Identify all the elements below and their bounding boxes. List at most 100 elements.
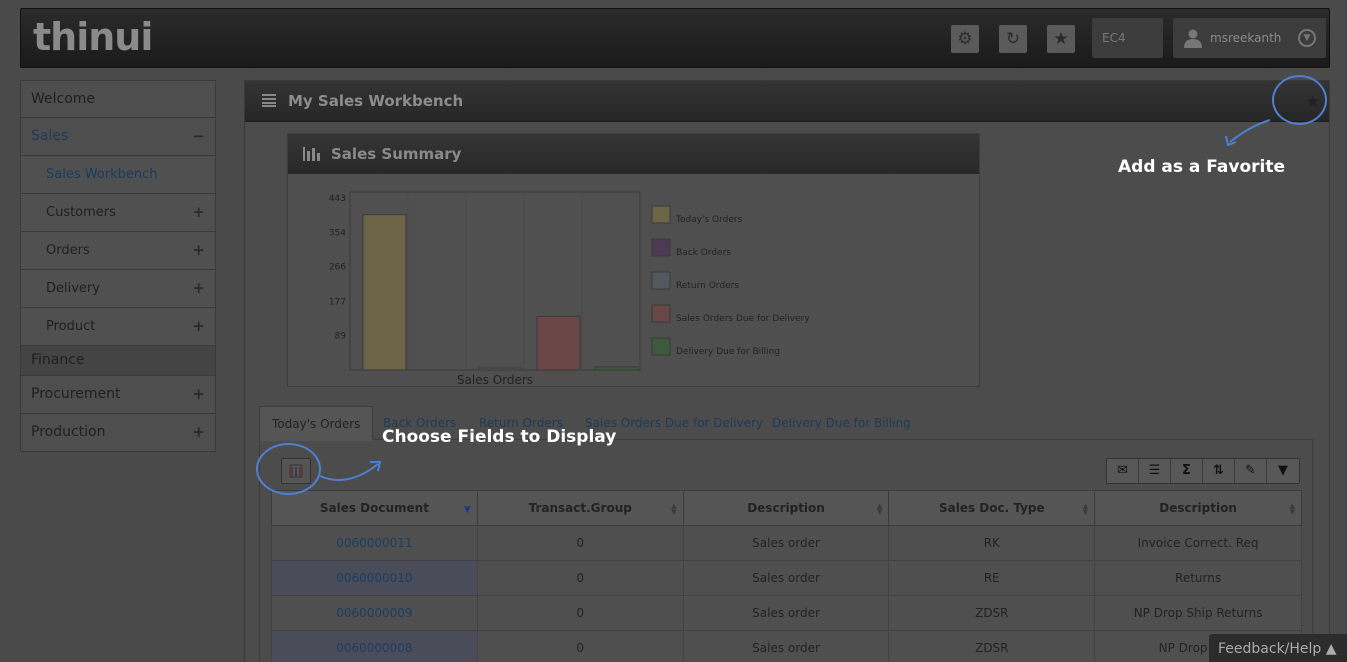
sidebar-item-label: Sales bbox=[31, 128, 69, 144]
sidebar-item-label: Orders bbox=[46, 243, 90, 258]
bar-0[interactable] bbox=[362, 214, 407, 371]
table-row[interactable]: 0060000011 0 Sales order RK Invoice Correct.… bbox=[271, 525, 1302, 561]
table-header-row: Sales Document ▼ Transact.Group ▲ ▼ Descripti… bbox=[271, 490, 1302, 526]
sales-document-link[interactable]: 0060000009 bbox=[271, 595, 478, 631]
column-header[interactable]: Description ▲ ▼ bbox=[682, 490, 890, 526]
column-header[interactable]: Transact.Group ▲ ▼ bbox=[476, 490, 684, 526]
user-icon bbox=[1184, 29, 1202, 48]
bar-4[interactable] bbox=[594, 366, 639, 371]
sidebar-item-label: Production bbox=[31, 424, 106, 440]
table-cell: 0 bbox=[476, 595, 684, 631]
table-row[interactable]: 0060000009 0 Sales order ZDSR NP Drop Ship R… bbox=[271, 595, 1302, 631]
expand-icon[interactable]: + bbox=[192, 232, 205, 269]
expand-icon[interactable]: + bbox=[192, 270, 205, 307]
column-header-label: Description bbox=[747, 501, 825, 515]
favorite-arrow bbox=[1225, 119, 1271, 147]
sort-icon[interactable]: ▲ ▼ bbox=[1083, 503, 1088, 516]
sidebar-item-label: Welcome bbox=[31, 91, 96, 107]
filter-icon[interactable]: ▼ bbox=[1267, 459, 1299, 483]
y-tick-label: 266 bbox=[329, 263, 346, 273]
column-header-label: Transact.Group bbox=[528, 501, 632, 515]
table-row[interactable]: 0060000008 0 Sales order ZDSR NP Drop Ship bbox=[271, 630, 1302, 662]
bar-3[interactable] bbox=[536, 315, 581, 371]
environment-selector[interactable]: EC4 bbox=[1092, 18, 1163, 58]
fields-callout: Choose Fields to Display bbox=[382, 427, 617, 447]
fields-arrow bbox=[319, 461, 382, 481]
expand-icon[interactable]: + bbox=[192, 414, 205, 451]
menu-icon[interactable] bbox=[262, 94, 276, 107]
table-cell: 0 bbox=[476, 525, 684, 561]
table-cell: ZDSR bbox=[888, 630, 1096, 662]
sidebar-item-label: Finance bbox=[31, 352, 85, 368]
sales-document-link[interactable]: 0060000010 bbox=[271, 560, 478, 596]
sidebar-item-label: Product bbox=[46, 319, 96, 334]
expand-icon[interactable]: + bbox=[192, 308, 205, 345]
column-header[interactable]: Sales Doc. Type ▲ ▼ bbox=[888, 490, 1096, 526]
favorite-callout: Add as a Favorite bbox=[1118, 157, 1286, 177]
feedback-button[interactable]: Feedback/Help ▲ bbox=[1209, 634, 1347, 662]
sidebar-item-finance[interactable]: Finance bbox=[20, 346, 216, 376]
table-row[interactable]: 0060000010 0 Sales order RE Returns bbox=[271, 560, 1302, 596]
sales-chart: 443 354 266 177 89 Sales Orders Today's Orders… bbox=[329, 191, 810, 386]
sidebar-item-procurement[interactable]: Procurement + bbox=[20, 376, 216, 414]
summary-title: Sales Summary bbox=[331, 145, 462, 163]
sort-icon[interactable]: ▲ ▼ bbox=[1290, 503, 1295, 516]
sidebar-item-delivery[interactable]: Delivery + bbox=[20, 270, 216, 308]
sales-document-link[interactable]: 0060000011 bbox=[271, 525, 478, 561]
user-menu[interactable]: msreekanth ▼ bbox=[1173, 18, 1326, 58]
y-tick-label: 177 bbox=[329, 297, 346, 307]
favorite-highlight-circle bbox=[1272, 75, 1327, 125]
sidebar-item-welcome[interactable]: Welcome bbox=[20, 80, 216, 118]
app-logo: thinui bbox=[33, 15, 153, 59]
sidebar-item-orders[interactable]: Orders + bbox=[20, 232, 216, 270]
table-cell: RE bbox=[888, 560, 1096, 596]
sidebar-item-product[interactable]: Product + bbox=[20, 308, 216, 346]
export-icon[interactable]: ✎ bbox=[1235, 459, 1267, 483]
tab-today-s-orders[interactable]: Today's Orders bbox=[259, 406, 374, 441]
table-cell: Invoice Correct. Req bbox=[1094, 525, 1302, 561]
sidebar-item-sales[interactable]: Sales − bbox=[20, 118, 216, 156]
y-tick-label: 443 bbox=[329, 194, 346, 204]
sidebar-nav: Welcome Sales − Sales Workbench Customers + Or… bbox=[20, 80, 216, 452]
table-cell: Sales order bbox=[682, 525, 890, 561]
sort-icon[interactable]: ▼ bbox=[464, 506, 471, 515]
table-cell: 0 bbox=[476, 560, 684, 596]
expand-icon[interactable]: + bbox=[192, 194, 205, 231]
gear-icon[interactable]: ⚙ bbox=[951, 25, 979, 53]
list-icon[interactable]: ☰ bbox=[1139, 459, 1171, 483]
sort-icon[interactable]: ⇅ bbox=[1203, 459, 1235, 483]
legend-label: Today's Orders bbox=[675, 215, 743, 225]
column-header-label: Sales Document bbox=[319, 501, 429, 515]
email-icon[interactable]: ✉ bbox=[1107, 459, 1139, 483]
bar-2[interactable] bbox=[478, 367, 523, 371]
sidebar-item-sales-workbench[interactable]: Sales Workbench bbox=[20, 156, 216, 194]
table-cell: NP Drop Ship Returns bbox=[1094, 595, 1302, 631]
y-tick-label: 89 bbox=[335, 331, 347, 341]
sum-icon[interactable]: Σ bbox=[1171, 459, 1203, 483]
x-axis-label: Sales Orders bbox=[457, 373, 533, 386]
collapse-icon[interactable]: − bbox=[192, 118, 205, 155]
column-header-label: Description bbox=[1159, 501, 1237, 515]
table-cell: Sales order bbox=[682, 595, 890, 631]
table-cell: ZDSR bbox=[888, 595, 1096, 631]
sidebar-item-customers[interactable]: Customers + bbox=[20, 194, 216, 232]
refresh-icon[interactable]: ↻ bbox=[999, 25, 1027, 53]
table-cell: RK bbox=[888, 525, 1096, 561]
sidebar-item-label: Procurement bbox=[31, 386, 121, 402]
sidebar-item-production[interactable]: Production + bbox=[20, 414, 216, 452]
sales-document-link[interactable]: 0060000008 bbox=[271, 630, 478, 662]
sort-icon[interactable]: ▲ ▼ bbox=[877, 503, 882, 516]
sort-icon[interactable]: ▲ ▼ bbox=[671, 503, 676, 516]
expand-icon[interactable]: + bbox=[192, 376, 205, 413]
column-header[interactable]: Sales Document ▼ bbox=[271, 490, 478, 526]
legend-swatch bbox=[651, 304, 671, 323]
table-cell: Sales order bbox=[682, 630, 890, 662]
column-header[interactable]: Description ▲ ▼ bbox=[1094, 490, 1302, 526]
star-icon[interactable]: ★ bbox=[1047, 25, 1075, 53]
tab-delivery-due-for-billing[interactable]: Delivery Due for Billing bbox=[772, 406, 911, 441]
chevron-down-icon[interactable]: ▼ bbox=[1298, 29, 1316, 47]
page-title: My Sales Workbench bbox=[288, 92, 464, 110]
grid-tools: ✉ ☰ Σ ⇅ ✎ ▼ bbox=[1106, 458, 1300, 484]
legend-label: Sales Orders Due for Delivery bbox=[676, 314, 810, 324]
top-bar: thinui ⚙ ↻ ★ EC4 msreekanth ▼ bbox=[20, 8, 1330, 68]
